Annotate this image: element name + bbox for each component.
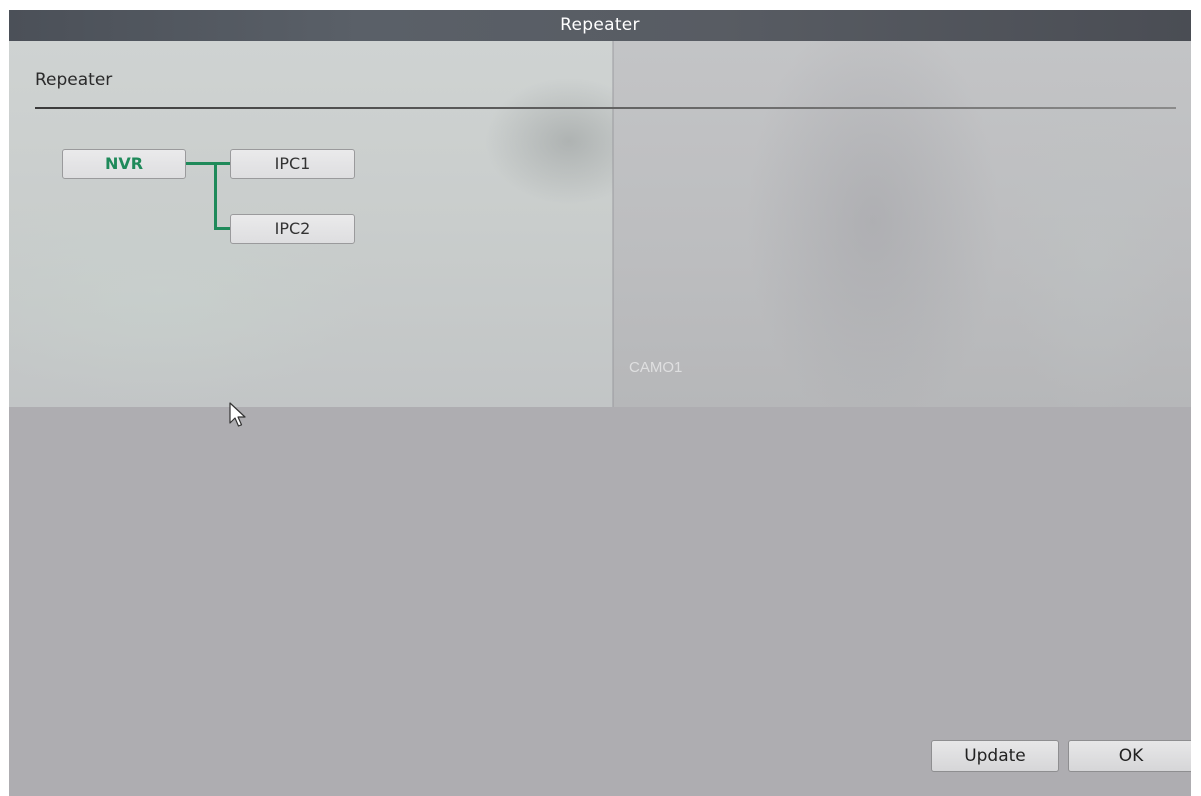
video-pane-divider <box>612 41 614 407</box>
topology-node-ipc2[interactable]: IPC2 <box>230 214 355 244</box>
dialog-title-bar: Repeater <box>9 10 1191 41</box>
tree-connector-vertical <box>214 162 217 230</box>
tree-connector-horizontal-ipc2 <box>214 227 230 230</box>
section-title: Repeater <box>35 70 113 90</box>
repeater-dialog: Repeater CAMO1 Repeater NVR IPC1 IPC2 Up… <box>9 10 1191 796</box>
tree-connector-horizontal-root <box>186 162 230 165</box>
topology-node-nvr[interactable]: NVR <box>62 149 186 179</box>
camera-label: CAMO1 <box>629 359 683 376</box>
live-video-background: CAMO1 <box>9 41 1191 407</box>
topology-node-ipc1[interactable]: IPC1 <box>230 149 355 179</box>
section-divider <box>35 107 1176 109</box>
ok-button[interactable]: OK <box>1068 740 1191 772</box>
dialog-title: Repeater <box>560 15 640 35</box>
mouse-pointer-icon <box>229 402 246 427</box>
update-button[interactable]: Update <box>931 740 1059 772</box>
video-pane-right <box>613 41 1191 407</box>
